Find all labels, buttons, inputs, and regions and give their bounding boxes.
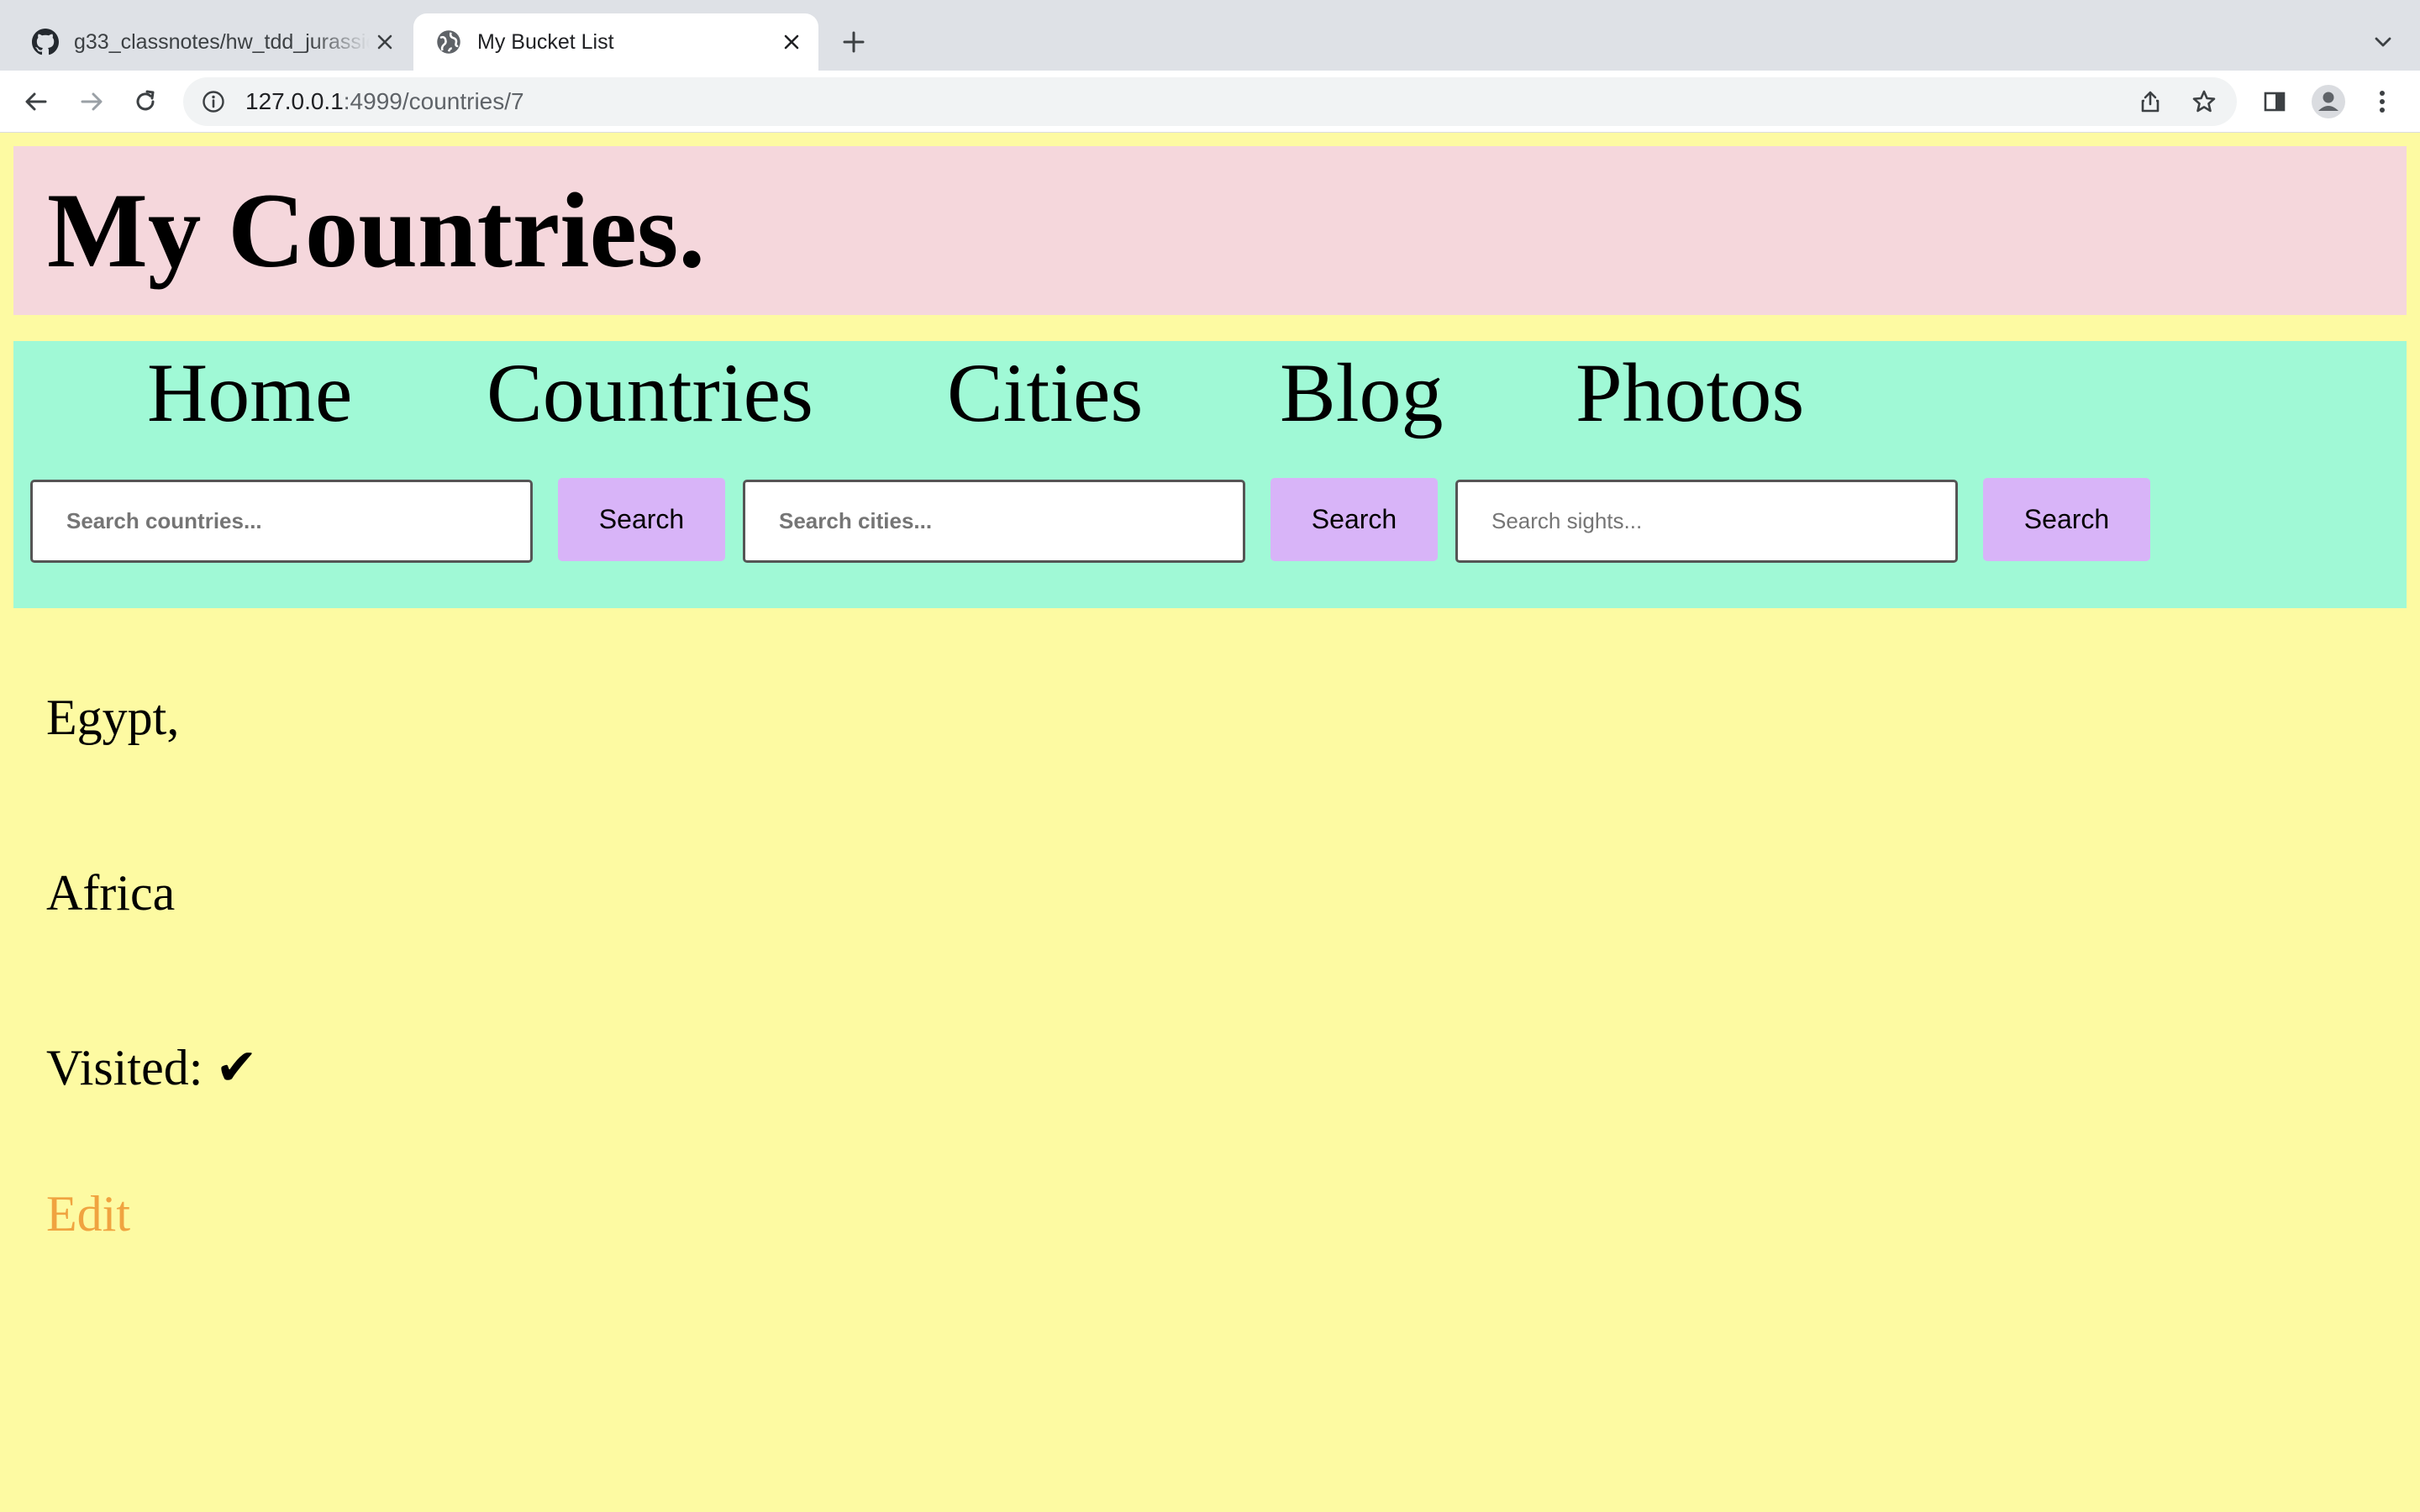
visited-status: Visited: ✔	[46, 1040, 258, 1095]
nav-link-blog[interactable]: Blog	[1280, 344, 1443, 441]
browser-toolbar: 127.0.0.1:4999/countries/7	[0, 71, 2420, 133]
search-countries-input[interactable]	[30, 480, 533, 563]
nav-link-cities[interactable]: Cities	[947, 344, 1143, 441]
search-sights-input[interactable]	[1455, 480, 1958, 563]
globe-icon	[435, 29, 462, 55]
address-bar[interactable]: 127.0.0.1:4999/countries/7	[183, 77, 2237, 126]
nav-link-home[interactable]: Home	[147, 344, 352, 441]
browser-tab-strip: g33_classnotes/hw_tdd_jurassic My Bucket…	[0, 0, 2420, 71]
url-path: :4999/countries/7	[343, 88, 524, 114]
nav-link-photos[interactable]: Photos	[1576, 344, 1804, 441]
url-text: 127.0.0.1:4999/countries/7	[245, 88, 524, 115]
side-panel-icon[interactable]	[2255, 82, 2294, 121]
page-viewport: My Countries. Home Countries Cities Blog…	[0, 133, 2420, 1512]
new-tab-icon[interactable]	[837, 25, 871, 59]
github-icon	[32, 29, 59, 55]
tab-my-bucket-list[interactable]: My Bucket List	[413, 13, 818, 71]
search-cities-input[interactable]	[743, 480, 1245, 563]
nav-link-countries[interactable]: Countries	[487, 344, 813, 441]
search-countries-button[interactable]: Search	[558, 478, 725, 561]
search-cities-button[interactable]: Search	[1270, 478, 1438, 561]
tab-github[interactable]: g33_classnotes/hw_tdd_jurassic	[13, 13, 412, 71]
tab-title: g33_classnotes/hw_tdd_jurassic	[74, 29, 370, 54]
tab-title: My Bucket List	[477, 29, 614, 54]
close-tab-icon[interactable]	[776, 27, 807, 57]
url-host: 127.0.0.1	[245, 88, 344, 114]
kebab-menu-icon[interactable]	[2363, 82, 2402, 121]
forward-arrow-icon[interactable]	[72, 82, 111, 121]
share-icon[interactable]	[2131, 82, 2170, 121]
site-info-icon[interactable]	[198, 87, 229, 117]
search-sights-button[interactable]: Search	[1983, 478, 2150, 561]
page-header: My Countries.	[13, 146, 2407, 315]
back-arrow-icon[interactable]	[17, 82, 55, 121]
chevron-down-icon[interactable]	[2366, 25, 2400, 59]
country-name: Egypt,	[46, 690, 180, 745]
profile-avatar-icon[interactable]	[2309, 82, 2348, 121]
page-title: My Countries.	[47, 172, 706, 290]
close-tab-icon[interactable]	[370, 27, 400, 57]
bookmark-star-icon[interactable]	[2185, 82, 2223, 121]
nav-bar: Home Countries Cities Blog Photos Search…	[13, 341, 2407, 608]
country-continent: Africa	[46, 865, 176, 921]
reload-icon[interactable]	[126, 82, 165, 121]
edit-link[interactable]: Edit	[46, 1185, 130, 1243]
